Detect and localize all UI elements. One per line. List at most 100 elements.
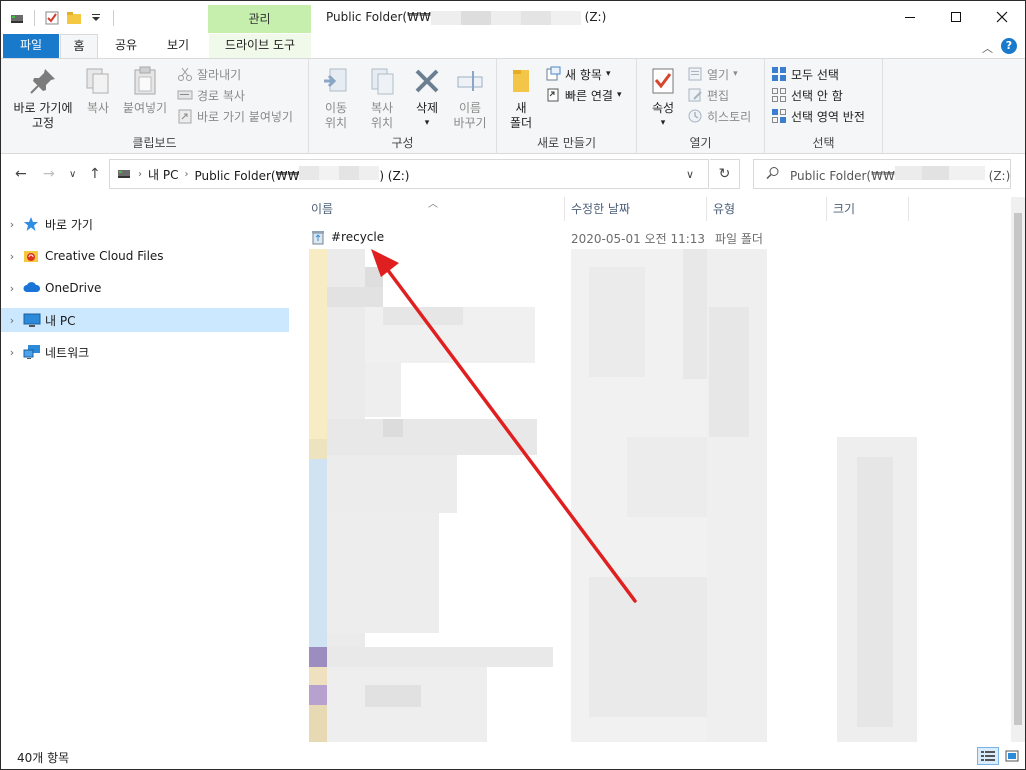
navigation-pane: › 바로 가기 › Creative Cloud Files › OneDriv… [1,197,297,742]
recent-locations-icon[interactable]: ∨ [69,169,76,180]
properties-check-icon [647,65,679,97]
new-folder-button[interactable]: 새 폴더 [503,65,539,131]
large-icons-view-button[interactable] [1001,747,1023,765]
close-button[interactable] [979,1,1025,33]
nav-item-quick-access[interactable]: › 바로 가기 [1,212,289,236]
help-icon[interactable]: ? [1001,38,1017,54]
move-label-1: 이동 [324,101,348,115]
search-icon [766,166,780,183]
invert-selection-button[interactable]: 선택 영역 반전 [771,106,865,126]
title-prefix: Public Folder(₩₩ [326,10,431,24]
history-button[interactable]: 히스토리 [687,106,751,126]
tab-drive-tools[interactable]: 드라이브 도구 [209,34,311,58]
copy-to-label-1: 복사 [370,101,394,115]
ribbon-tabs: 파일 홈 공유 보기 드라이브 도구 ︿ ? [1,34,1025,59]
tab-manage[interactable]: 관리 [208,5,311,33]
edit-icon [687,87,703,103]
pin-icon [27,65,59,97]
select-all-button[interactable]: 모두 선택 [771,64,839,84]
pin-label-2: 고정 [31,116,55,130]
tab-view[interactable]: 보기 [158,34,198,58]
move-to-button[interactable]: 이동 위치 [315,65,357,131]
address-dropdown-icon[interactable]: ∨ [686,168,694,181]
edit-label: 편집 [707,88,730,103]
properties-button[interactable]: 속성 ▾ [645,65,681,131]
open-button[interactable]: 열기 ▾ [687,64,738,84]
delete-button[interactable]: 삭제 ▾ [409,65,445,131]
pin-label-1: 바로 가기에 [13,101,73,115]
move-label-2: 위치 [324,116,348,130]
copy-path-label: 경로 복사 [197,88,245,103]
forward-arrow-icon[interactable]: → [43,166,55,182]
nav-item-network[interactable]: › 네트워크 [1,340,289,364]
nav-item-creative-cloud[interactable]: › Creative Cloud Files [1,244,289,268]
new-folder-label-2: 폴더 [509,116,533,130]
creative-cloud-icon [23,248,41,264]
new-folder-icon[interactable] [66,10,82,26]
properties-label: 속성 [651,101,675,115]
copy-label: 복사 [86,101,110,115]
refresh-icon[interactable]: ↻ [710,159,740,189]
breadcrumb-folder-suffix: ) (Z:) [379,168,410,183]
breadcrumb-folder[interactable]: Public Folder(₩₩) (Z:) [194,165,410,183]
copy-to-icon [366,65,398,97]
properties-dropdown-icon[interactable]: ▾ [645,116,681,131]
expand-chevron-icon[interactable]: › [1,346,23,359]
rename-button[interactable]: 이름 바꾸기 [449,65,491,131]
expand-chevron-icon[interactable]: › [1,218,23,231]
network-icon [23,344,41,360]
new-item-label: 새 항목 [565,67,602,82]
quick-access-toolbar [9,7,117,29]
maximize-button[interactable] [933,1,979,33]
minimize-button[interactable] [887,1,933,33]
scrollbar-thumb[interactable] [1014,213,1022,725]
easy-access-button[interactable]: 빠른 연결 ▾ [545,85,622,105]
copy-path-button[interactable]: 경로 복사 [177,85,245,105]
details-view-icon [981,751,995,761]
back-arrow-icon[interactable]: ← [15,166,27,182]
title-redaction [430,10,581,25]
address-bar[interactable]: › 내 PC › Public Folder(₩₩) (Z:) [109,159,709,189]
tab-share[interactable]: 공유 [107,34,145,58]
group-label-open: 열기 [689,136,712,150]
tab-file[interactable]: 파일 [3,34,59,58]
large-icons-view-icon [1005,750,1019,762]
open-icon [687,66,703,82]
pin-quick-access-button[interactable]: 바로 가기에 고정 [7,65,79,131]
new-folder-label-1: 새 [515,101,527,115]
breadcrumb-this-pc[interactable]: 내 PC [148,166,178,183]
copy-to-button[interactable]: 복사 위치 [361,65,403,131]
up-arrow-icon[interactable]: ↑ [89,166,101,182]
select-none-button[interactable]: 선택 안 함 [771,85,843,105]
collapse-ribbon-icon[interactable]: ︿ [982,40,993,56]
expand-chevron-icon[interactable]: › [1,250,23,263]
delete-dropdown-icon[interactable]: ▾ [409,116,445,131]
nav-item-onedrive[interactable]: › OneDrive [1,276,289,300]
details-view-button[interactable] [977,747,999,765]
select-none-label: 선택 안 함 [791,88,843,103]
group-label-organize: 구성 [391,136,414,150]
edit-button[interactable]: 편집 [687,85,729,105]
paste-shortcut-button[interactable]: 바로 가기 붙여넣기 [177,106,293,126]
address-redaction [299,165,380,180]
expand-chevron-icon[interactable]: › [1,282,23,295]
customize-qat-icon[interactable] [88,10,104,26]
move-to-icon [320,65,352,97]
select-all-label: 모두 선택 [791,67,839,82]
tab-home[interactable]: 홈 [60,34,98,59]
expand-chevron-icon[interactable]: › [1,314,23,327]
paste-button[interactable]: 붙여넣기 [119,65,171,116]
select-none-icon [771,87,787,103]
drive-icon[interactable] [9,10,25,26]
group-clipboard: 바로 가기에 고정 복사 붙여넣기 잘라내기 경로 복사 바로 가기 붙여넣기 … [1,59,309,154]
new-item-button[interactable]: 새 항목 ▾ [545,64,610,84]
breadcrumb-separator: › [138,168,142,180]
search-input[interactable]: Public Folder(₩₩ (Z:) ... [753,159,1011,189]
nav-item-this-pc[interactable]: › 내 PC [1,308,289,332]
qat-separator [34,10,35,26]
star-icon [23,216,41,232]
rename-label-2: 바꾸기 [453,116,487,130]
properties-icon[interactable] [44,10,60,26]
cut-button[interactable]: 잘라내기 [177,64,241,84]
copy-button[interactable]: 복사 [81,65,115,116]
